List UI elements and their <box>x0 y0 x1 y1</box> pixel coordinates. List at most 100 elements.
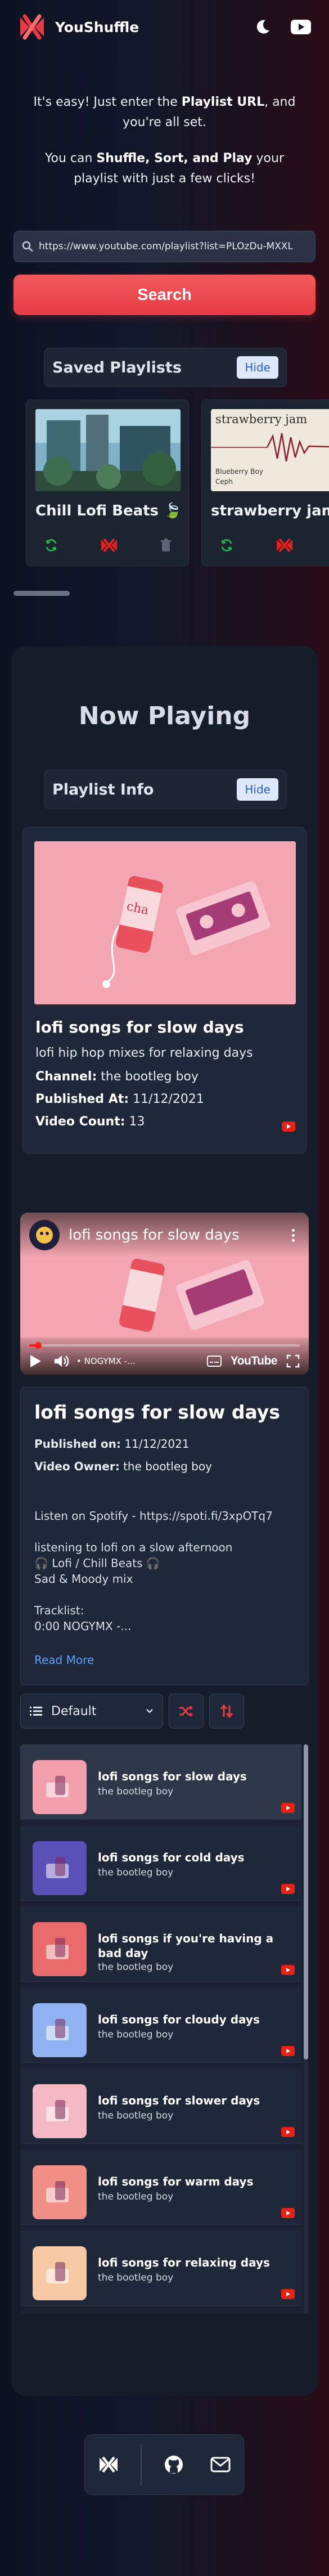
track-thumbnail <box>33 1922 87 1976</box>
youtube-icon[interactable] <box>281 2208 295 2218</box>
refresh-icon <box>221 539 232 551</box>
play-button[interactable] <box>29 1351 42 1371</box>
theme-toggle-button[interactable] <box>251 16 274 38</box>
play-saved-button[interactable] <box>276 535 293 555</box>
youtube-icon[interactable] <box>281 2127 295 2137</box>
playlist-video-count: Video Count: 13 <box>35 1115 145 1129</box>
track-list-scrollbar[interactable] <box>304 1744 308 2314</box>
saved-playlists-title: Saved Playlists <box>52 358 182 376</box>
player-controls: • NOGYMX -... YouTube <box>20 1338 309 1375</box>
playlist-channel: Channel: the bootleg boy <box>35 1070 199 1084</box>
volume-icon <box>55 1356 69 1367</box>
track-thumbnail <box>33 2003 87 2057</box>
track-thumbnail <box>33 1760 87 1814</box>
track-row[interactable]: lofi songs for cold days the bootleg boy <box>20 1825 301 1901</box>
chevron-down-icon <box>146 1709 153 1713</box>
track-owner: the bootleg boy <box>98 1786 174 1797</box>
video-description-card: lofi songs for slow days Published on: 1… <box>20 1387 309 1685</box>
more-options-icon[interactable] <box>286 1224 300 1246</box>
video-progress-bar[interactable] <box>29 1342 300 1349</box>
captions-button[interactable] <box>206 1351 222 1371</box>
hide-info-button[interactable]: Hide <box>237 778 278 801</box>
track-thumbnail <box>33 1841 87 1895</box>
footer-bar <box>84 2434 244 2495</box>
search-bar <box>13 231 316 262</box>
playlist-url-input[interactable] <box>39 235 307 258</box>
youtube-icon[interactable] <box>281 1803 295 1813</box>
playlist-published: Published At: 11/12/2021 <box>35 1092 204 1106</box>
video-published: Published on: 11/12/2021 <box>34 1437 190 1451</box>
youtube-link-button[interactable] <box>290 16 312 38</box>
github-icon <box>164 2456 183 2474</box>
player-video-title[interactable]: lofi songs for slow days <box>69 1227 240 1244</box>
fullscreen-button[interactable] <box>286 1351 300 1371</box>
sort-select[interactable]: Default <box>20 1694 163 1729</box>
saved-playlist-thumbnail: strawberry jam Blueberry Boy Ceph <box>211 409 329 491</box>
saved-playlist-name: Chill Lofi Beats 🍃 <box>35 502 182 519</box>
shuffle-icon <box>179 1706 193 1717</box>
playlist-title: lofi songs for slow days <box>35 1018 244 1036</box>
moon-icon <box>256 20 269 34</box>
saved-playlist-card[interactable]: Chill Lofi Beats 🍃 <box>26 400 189 566</box>
shuffle-saved-button[interactable] <box>44 535 58 555</box>
track-row[interactable]: lofi songs for warm days the bootleg boy <box>20 2149 301 2225</box>
volume-button[interactable] <box>54 1351 70 1371</box>
youshuffle-logo-icon <box>99 2456 118 2473</box>
track-owner: the bootleg boy <box>98 1867 174 1878</box>
track-owner: the bootleg boy <box>98 1962 174 1973</box>
track-title: lofi songs for slower days <box>98 2094 260 2107</box>
video-title: lofi songs for slow days <box>34 1401 280 1423</box>
youtube-icon[interactable] <box>282 1121 295 1132</box>
video-player[interactable]: lofi songs for slow days • NOGYMX -... Y… <box>20 1213 309 1375</box>
youshuffle-logo-icon[interactable] <box>17 12 47 42</box>
youtube-icon[interactable] <box>281 1965 295 1975</box>
saved-playlist-name: strawberry jam <box>211 502 329 519</box>
shuffle-saved-button[interactable] <box>220 535 233 555</box>
reverse-sort-button[interactable] <box>209 1694 244 1729</box>
track-row[interactable]: lofi songs for slower days the bootleg bo… <box>20 2068 301 2144</box>
channel-avatar[interactable] <box>29 1220 60 1250</box>
saved-playlists-list: Chill Lofi Beats 🍃 strawberry jam Bluebe… <box>26 400 329 568</box>
trash-icon <box>161 538 171 551</box>
github-button[interactable] <box>159 2450 188 2479</box>
saved-playlist-card[interactable]: strawberry jam Blueberry Boy Ceph strawb… <box>201 400 329 566</box>
mail-button[interactable] <box>206 2450 235 2479</box>
youtube-icon[interactable] <box>281 2289 295 2299</box>
delete-saved-button[interactable] <box>160 535 172 555</box>
playlist-info-bar: Playlist Info Hide <box>44 770 287 809</box>
youshuffle-logo-icon <box>277 538 292 553</box>
track-thumbnail <box>33 2084 87 2138</box>
horizontal-scrollbar[interactable] <box>13 591 70 596</box>
intro-line-1: It's easy! Just enter the Playlist URL, … <box>33 95 296 129</box>
search-icon <box>22 241 33 252</box>
youtube-icon[interactable] <box>281 2046 295 2056</box>
track-row[interactable]: lofi songs for relaxing days the bootleg … <box>20 2231 301 2306</box>
track-row[interactable]: lofi songs for cloudy days the bootleg bo… <box>20 1987 301 2063</box>
track-title: lofi songs for cloudy days <box>98 2013 260 2026</box>
track-owner: the bootleg boy <box>98 2110 174 2121</box>
track-title: lofi songs if you're having a bad day <box>98 1932 274 1960</box>
track-row[interactable]: lofi songs if you're having a bad day the… <box>20 1906 301 1982</box>
playlist-cover-image: cha <box>34 841 296 1004</box>
fullscreen-icon <box>286 1354 300 1368</box>
home-button[interactable] <box>94 2450 123 2479</box>
track-title: lofi songs for cold days <box>98 1851 245 1864</box>
read-more-link[interactable]: Read More <box>34 1653 94 1667</box>
saved-playlists-bar: Saved Playlists Hide <box>44 348 287 387</box>
captions-icon <box>206 1356 222 1367</box>
track-row[interactable]: lofi songs for slow days the bootleg boy <box>20 1744 301 1820</box>
intro-line-2: You can Shuffle, Sort, and Play your pla… <box>44 151 284 186</box>
playlist-subtitle: lofi hip hop mixes for relaxing days <box>35 1046 253 1060</box>
track-thumbnail <box>33 2246 87 2300</box>
youtube-icon <box>291 20 311 34</box>
youtube-logo[interactable]: YouTube <box>231 1351 278 1371</box>
mail-icon <box>210 2457 230 2472</box>
sort-value: Default <box>51 1704 97 1718</box>
shuffle-button[interactable] <box>169 1694 204 1729</box>
chapter-label[interactable]: • NOGYMX -... <box>76 1356 135 1366</box>
hide-saved-button[interactable]: Hide <box>237 356 278 379</box>
youtube-icon[interactable] <box>281 1884 295 1894</box>
track-title: lofi songs for warm days <box>98 2175 254 2188</box>
play-saved-button[interactable] <box>101 535 118 555</box>
search-button[interactable]: Search <box>13 275 316 315</box>
